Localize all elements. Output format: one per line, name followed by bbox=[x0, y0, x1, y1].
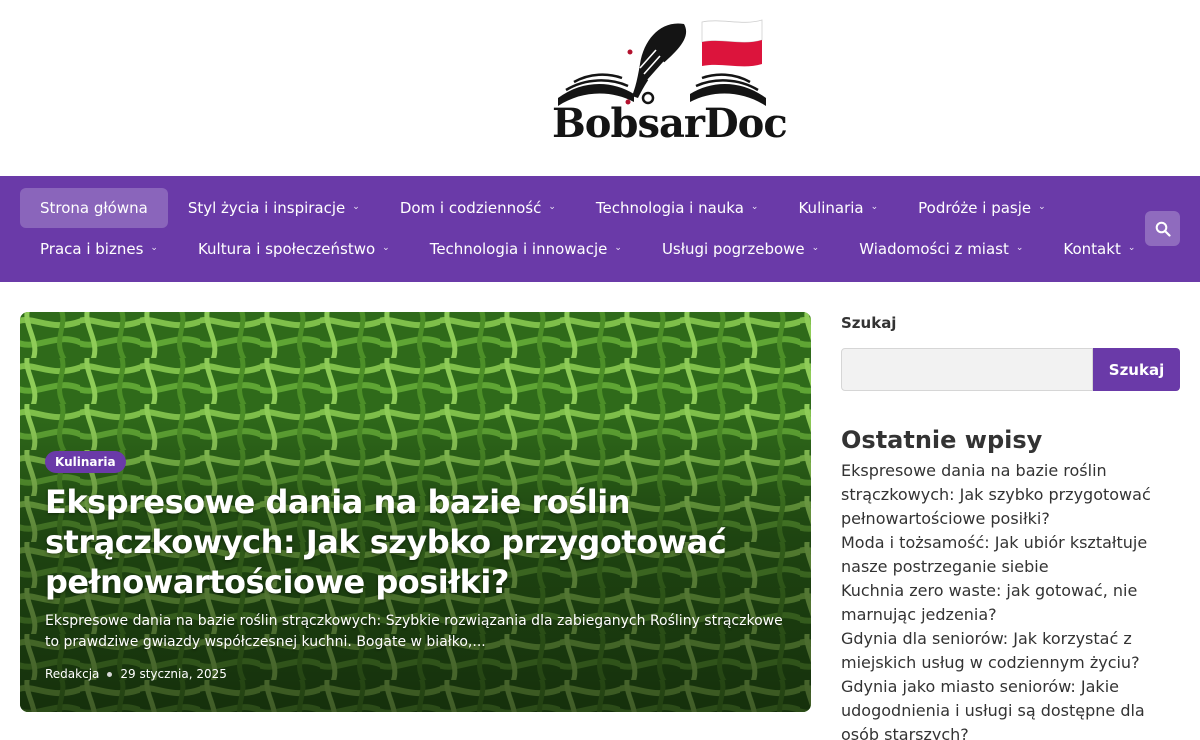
nav-item-culture-society[interactable]: Kultura i społeczeństwo ⌄ bbox=[178, 229, 410, 269]
chevron-down-icon: ⌄ bbox=[750, 202, 759, 212]
nav-item-label: Dom i codzienność bbox=[399, 199, 542, 217]
chevron-down-icon: ⌄ bbox=[1127, 243, 1136, 253]
chevron-down-icon: ⌄ bbox=[614, 243, 622, 253]
nav-item-label: Praca i biznes bbox=[40, 240, 144, 258]
nav-item-label: Technologia i innowacje bbox=[429, 240, 608, 258]
search-submit-button[interactable]: Szukaj bbox=[1093, 348, 1180, 391]
nav-item-label: Styl życia i inspiracje bbox=[187, 199, 346, 217]
nav-item-travel[interactable]: Podróże i pasje ⌄ bbox=[898, 188, 1066, 228]
nav-item-label: Technologia i nauka bbox=[595, 199, 744, 217]
nav-item-tech-science[interactable]: Technologia i nauka ⌄ bbox=[576, 188, 779, 228]
nav-item-city-news[interactable]: Wiadomości z miast ⌄ bbox=[839, 229, 1043, 269]
nav-item-label: Usługi pogrzebowe bbox=[661, 240, 805, 258]
chevron-down-icon: ⌄ bbox=[811, 243, 820, 253]
nav-item-label: Podróże i pasje bbox=[918, 199, 1032, 217]
chevron-down-icon: ⌄ bbox=[150, 243, 158, 253]
chevron-down-icon: ⌄ bbox=[870, 202, 879, 212]
nav-row-1: Strona główna Styl życia i inspiracje ⌄ … bbox=[20, 188, 1066, 228]
nav-item-home-and-everyday[interactable]: Dom i codzienność ⌄ bbox=[380, 188, 576, 228]
post-title[interactable]: Ekspresowe dania na bazie roślin strączk… bbox=[45, 482, 785, 602]
post-date: 29 stycznia, 2025 bbox=[120, 667, 227, 681]
search-input[interactable] bbox=[841, 348, 1093, 391]
nav-item-funeral-services[interactable]: Usługi pogrzebowe ⌄ bbox=[642, 229, 839, 269]
nav-item-culinary[interactable]: Kulinaria ⌄ bbox=[778, 188, 898, 228]
recent-post-link[interactable]: Ekspresowe dania na bazie roślin strączk… bbox=[841, 459, 1171, 531]
recent-post-link[interactable]: Kuchnia zero waste: jak gotować, nie mar… bbox=[841, 579, 1171, 627]
chevron-down-icon: ⌄ bbox=[352, 202, 360, 212]
featured-post[interactable]: Kulinaria Ekspresowe dania na bazie rośl… bbox=[20, 312, 811, 712]
search-label: Szukaj bbox=[841, 314, 897, 332]
nav-item-label: Kultura i społeczeństwo bbox=[197, 240, 376, 258]
recent-posts-heading: Ostatnie wpisy bbox=[841, 426, 1043, 454]
post-meta: Redakcja 29 stycznia, 2025 bbox=[45, 667, 227, 681]
nav-row-2: Praca i biznes ⌄ Kultura i społeczeństwo… bbox=[20, 229, 1155, 269]
recent-posts-list: Ekspresowe dania na bazie roślin strączk… bbox=[841, 459, 1171, 740]
recent-post-link[interactable]: Gdynia jako miasto seniorów: Jakie udogo… bbox=[841, 675, 1171, 740]
sidebar: Szukaj Szukaj Ostatnie wpisy Ekspresowe … bbox=[841, 312, 1180, 740]
chevron-down-icon: ⌄ bbox=[548, 202, 556, 212]
nav-item-home[interactable]: Strona główna bbox=[20, 188, 168, 228]
nav-item-label: Kulinaria bbox=[798, 199, 864, 217]
nav-item-label: Kontakt bbox=[1063, 240, 1121, 258]
nav-item-label: Strona główna bbox=[40, 199, 148, 217]
nav-item-lifestyle[interactable]: Styl życia i inspiracje ⌄ bbox=[168, 188, 380, 228]
main-nav: Strona główna Styl życia i inspiracje ⌄ … bbox=[0, 176, 1200, 282]
post-excerpt: Ekspresowe dania na bazie roślin strączk… bbox=[45, 613, 783, 650]
nav-search-button[interactable] bbox=[1145, 211, 1180, 246]
chevron-down-icon: ⌄ bbox=[1038, 202, 1046, 212]
sidebar-search: Szukaj bbox=[841, 348, 1180, 391]
search-icon bbox=[1155, 221, 1171, 237]
nav-item-label: Wiadomości z miast bbox=[859, 240, 1009, 258]
recent-post-link[interactable]: Moda i tożsamość: Jak ubiór kształtuje n… bbox=[841, 531, 1171, 579]
site-logo[interactable]: BobsarDoc bbox=[552, 16, 788, 148]
chevron-down-icon: ⌄ bbox=[382, 243, 390, 253]
logo-text: BobsarDoc bbox=[552, 100, 788, 147]
meta-separator bbox=[107, 671, 113, 677]
chevron-down-icon: ⌄ bbox=[1015, 243, 1024, 253]
nav-item-tech-innovation[interactable]: Technologia i innowacje ⌄ bbox=[410, 229, 642, 269]
category-badge[interactable]: Kulinaria bbox=[45, 451, 126, 473]
site-header: BobsarDoc bbox=[0, 0, 1200, 176]
nav-item-work-business[interactable]: Praca i biznes ⌄ bbox=[20, 229, 178, 269]
nav-item-contact[interactable]: Kontakt ⌄ bbox=[1043, 229, 1155, 269]
post-author[interactable]: Redakcja bbox=[45, 667, 99, 681]
recent-post-link[interactable]: Gdynia dla seniorów: Jak korzystać z mie… bbox=[841, 627, 1171, 675]
